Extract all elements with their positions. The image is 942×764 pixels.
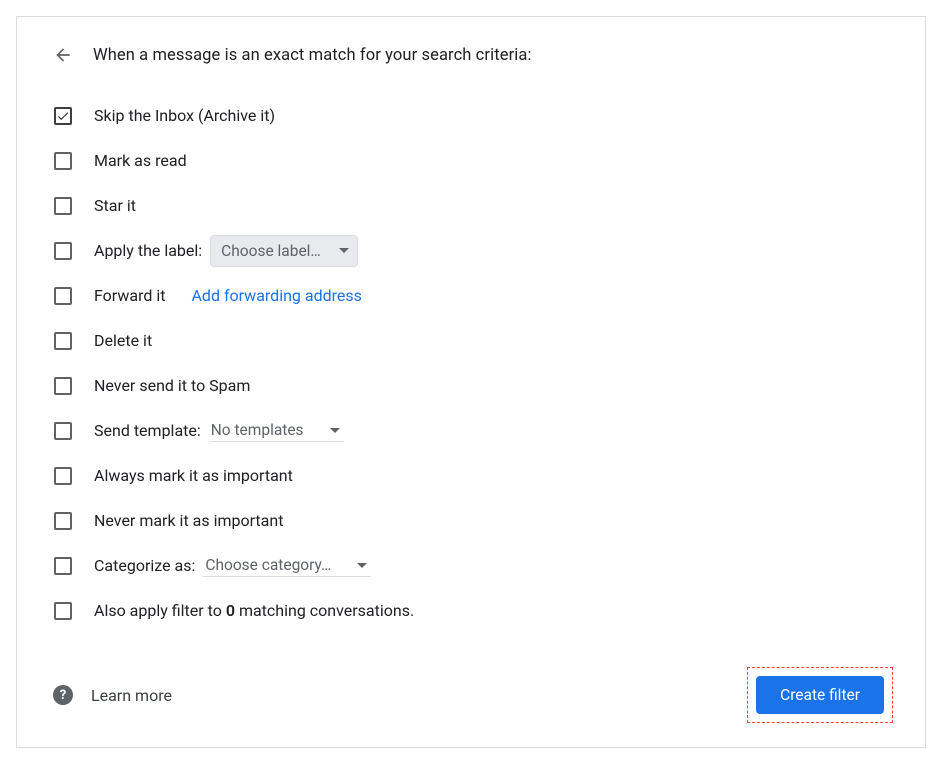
checkbox-mark-read[interactable] [54, 152, 72, 170]
option-star-it: Star it [53, 183, 893, 228]
label-star-it: Star it [94, 196, 893, 215]
option-send-template: Send template: No templates [53, 408, 893, 453]
checkbox-forward-it[interactable] [54, 287, 72, 305]
label-apply-label-text: Apply the label: [94, 241, 202, 260]
checkbox-skip-inbox[interactable] [54, 107, 72, 125]
dropdown-icon [330, 428, 340, 433]
select-categorize[interactable]: Choose category… [203, 554, 371, 577]
select-send-template-value: No templates [211, 421, 304, 439]
select-apply-label-value: Choose label… [221, 242, 321, 260]
filter-options-list: Skip the Inbox (Archive it) Mark as read… [53, 93, 893, 633]
option-categorize: Categorize as: Choose category… [53, 543, 893, 588]
option-delete-it: Delete it [53, 318, 893, 363]
footer-left: ? Learn more [53, 685, 172, 705]
label-apply-label: Apply the label: Choose label… [94, 235, 893, 267]
checkbox-also-apply[interactable] [54, 602, 72, 620]
label-categorize-text: Categorize as: [94, 556, 195, 575]
label-never-spam: Never send it to Spam [94, 376, 893, 395]
label-mark-read: Mark as read [94, 151, 893, 170]
checkbox-never-spam[interactable] [54, 377, 72, 395]
dialog-header: When a message is an exact match for you… [53, 45, 893, 65]
option-apply-label: Apply the label: Choose label… [53, 228, 893, 273]
create-filter-highlight: Create filter [747, 667, 893, 723]
dialog-title: When a message is an exact match for you… [93, 46, 532, 65]
also-apply-prefix: Also apply filter to [94, 601, 226, 620]
option-mark-read: Mark as read [53, 138, 893, 183]
label-also-apply: Also apply filter to 0 matching conversa… [94, 601, 893, 620]
checkbox-apply-label[interactable] [54, 242, 72, 260]
dropdown-icon [339, 248, 349, 253]
option-forward-it: Forward it Add forwarding address [53, 273, 893, 318]
help-icon[interactable]: ? [53, 685, 73, 705]
checkbox-star-it[interactable] [54, 197, 72, 215]
filter-actions-dialog: When a message is an exact match for you… [16, 16, 926, 748]
link-learn-more[interactable]: Learn more [91, 686, 172, 705]
option-never-spam: Never send it to Spam [53, 363, 893, 408]
option-also-apply: Also apply filter to 0 matching conversa… [53, 588, 893, 633]
label-delete-it: Delete it [94, 331, 893, 350]
back-arrow-icon[interactable] [53, 45, 73, 65]
select-categorize-value: Choose category… [205, 556, 331, 574]
dialog-footer: ? Learn more Create filter [53, 645, 893, 723]
label-send-template-text: Send template: [94, 421, 201, 440]
label-never-important: Never mark it as important [94, 511, 893, 530]
checkbox-always-important[interactable] [54, 467, 72, 485]
checkbox-send-template[interactable] [54, 422, 72, 440]
label-always-important: Always mark it as important [94, 466, 893, 485]
create-filter-button[interactable]: Create filter [756, 676, 884, 714]
checkbox-never-important[interactable] [54, 512, 72, 530]
option-skip-inbox: Skip the Inbox (Archive it) [53, 93, 893, 138]
label-send-template: Send template: No templates [94, 419, 893, 442]
also-apply-count: 0 [226, 601, 235, 620]
dropdown-icon [357, 563, 367, 568]
select-apply-label[interactable]: Choose label… [210, 235, 358, 267]
label-forward-it-text: Forward it [94, 286, 165, 305]
checkbox-delete-it[interactable] [54, 332, 72, 350]
select-send-template[interactable]: No templates [209, 419, 344, 442]
checkbox-categorize[interactable] [54, 557, 72, 575]
also-apply-suffix: matching conversations. [235, 601, 414, 620]
label-categorize: Categorize as: Choose category… [94, 554, 893, 577]
label-skip-inbox: Skip the Inbox (Archive it) [94, 106, 893, 125]
option-always-important: Always mark it as important [53, 453, 893, 498]
label-forward-it: Forward it Add forwarding address [94, 286, 893, 305]
option-never-important: Never mark it as important [53, 498, 893, 543]
link-add-forwarding-address[interactable]: Add forwarding address [191, 286, 361, 305]
